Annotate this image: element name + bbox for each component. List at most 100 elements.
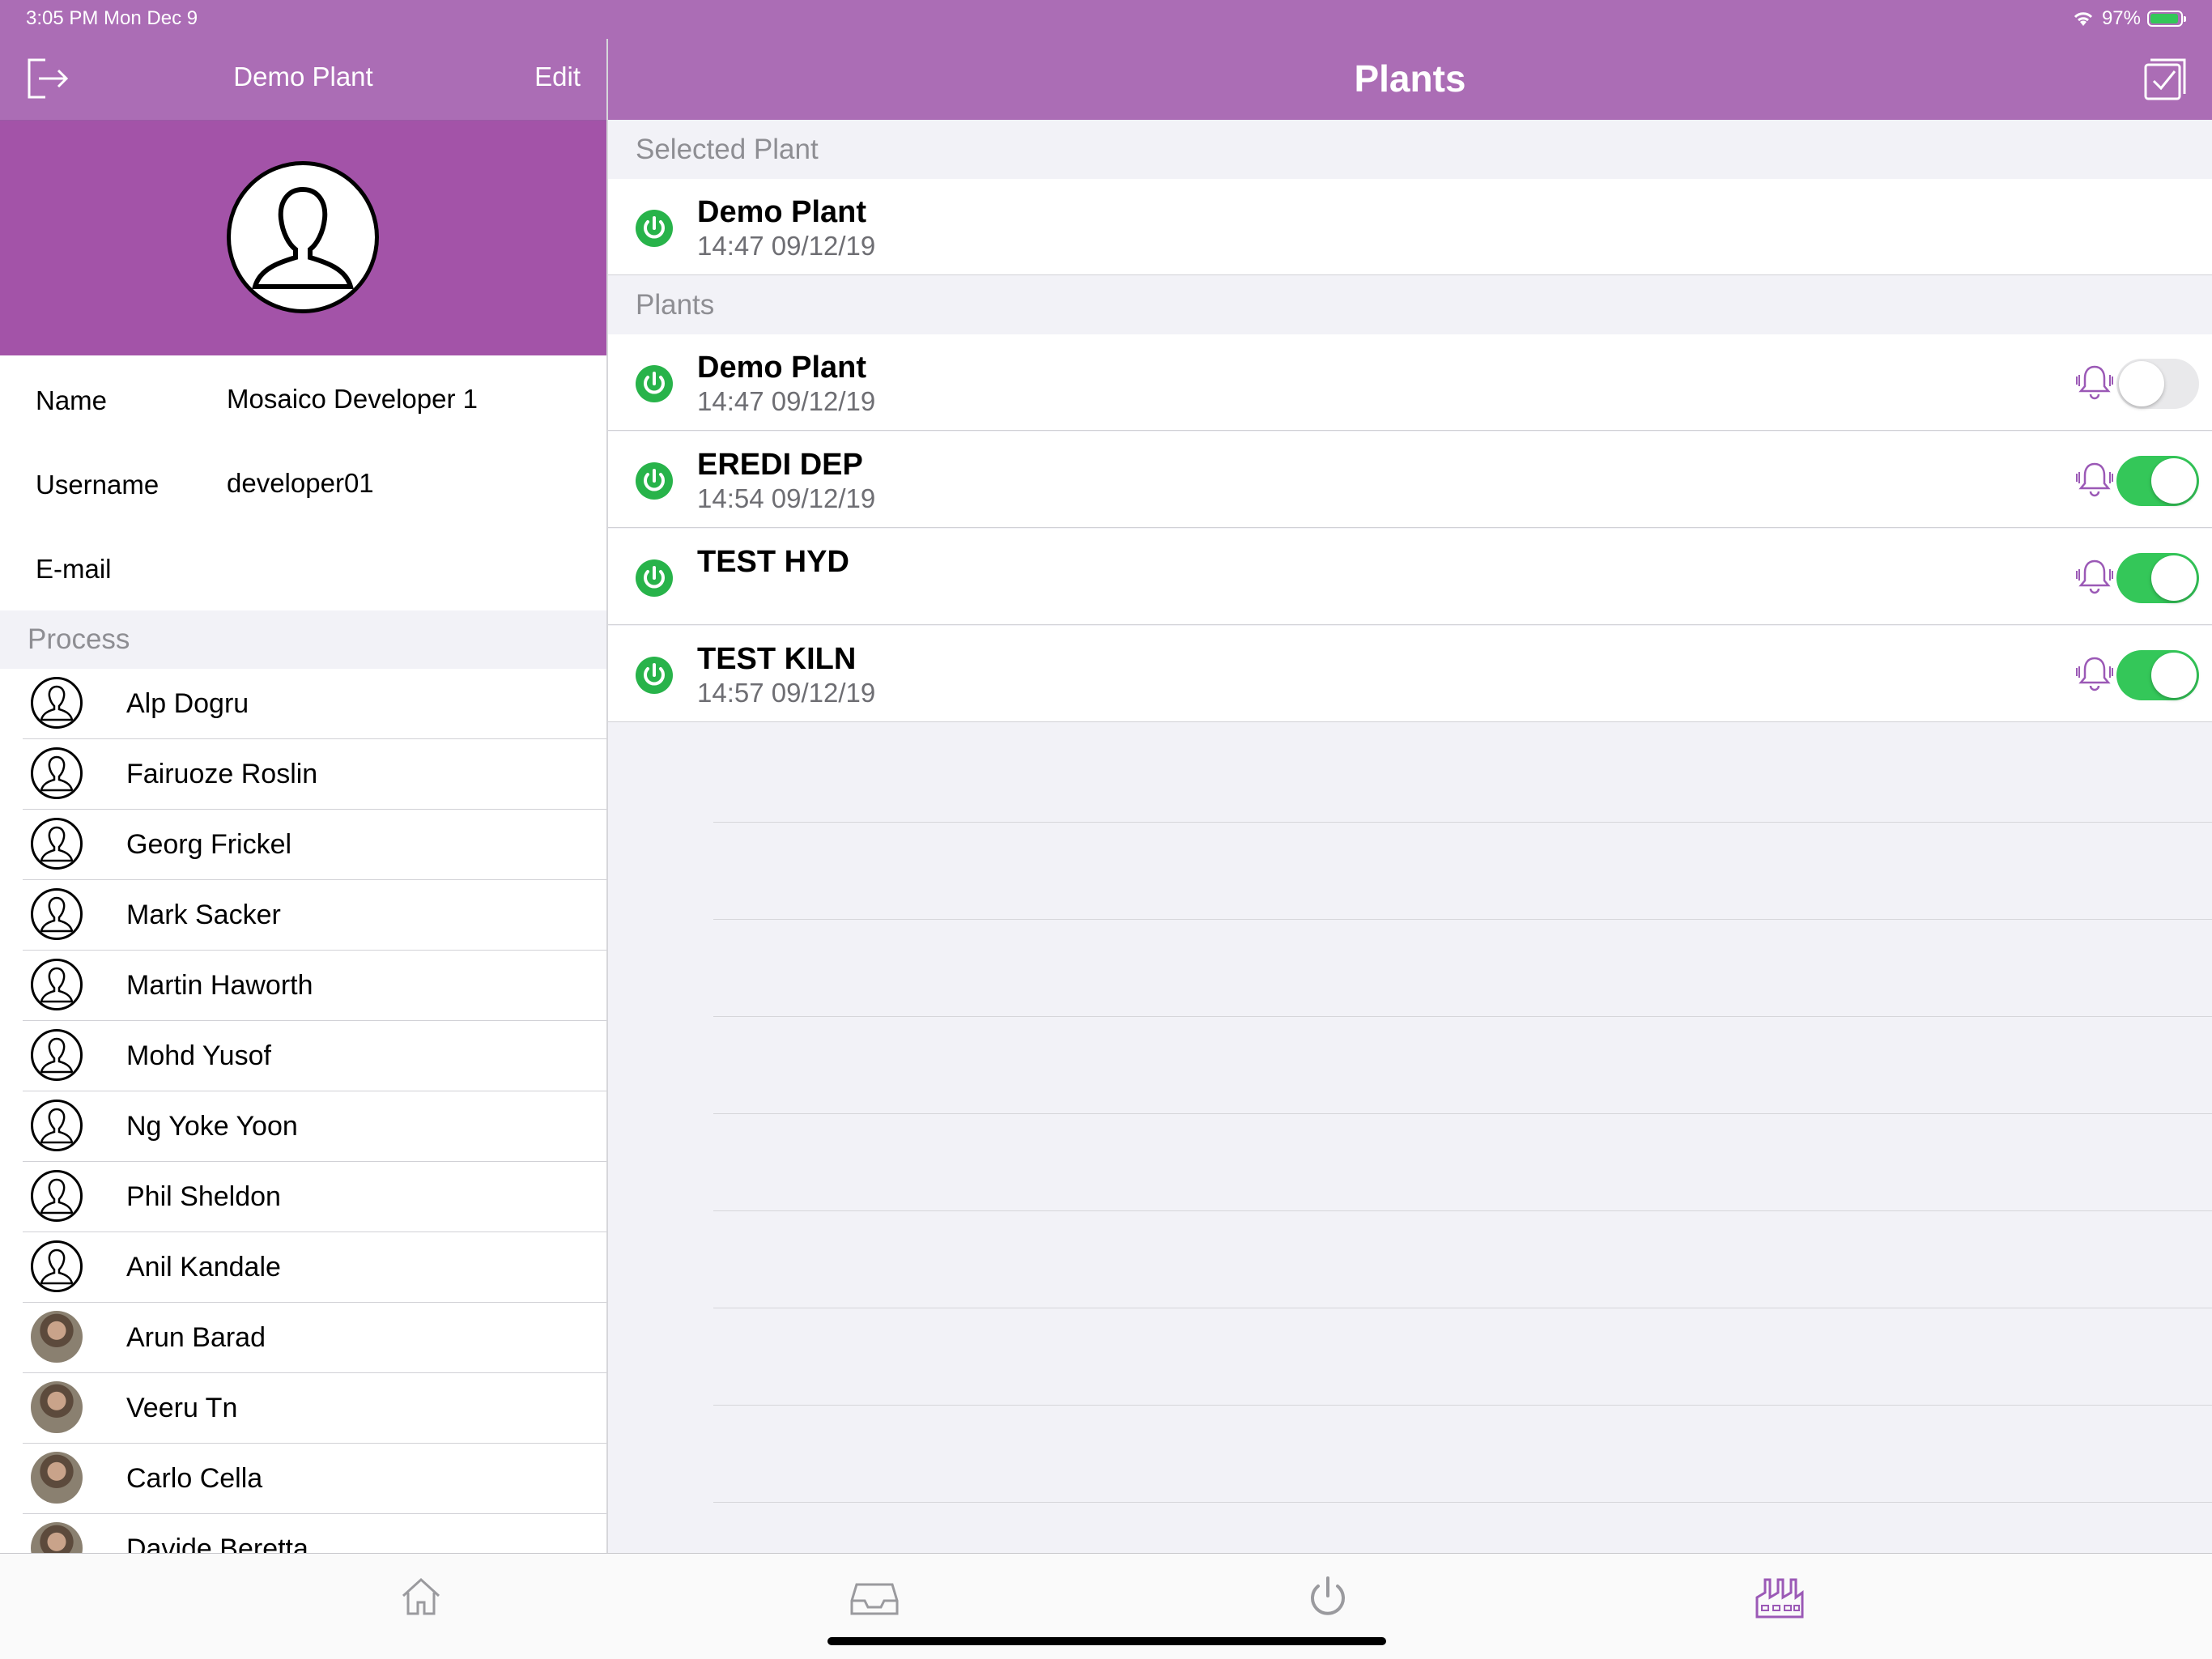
- empty-row-separator: [713, 822, 2212, 823]
- notification-toggle[interactable]: [2116, 359, 2199, 409]
- battery-percent: 97%: [2101, 7, 2141, 29]
- list-item[interactable]: Georg Frickel: [23, 810, 606, 880]
- person-outline-icon: [31, 1100, 83, 1151]
- username-row: Username developer01: [0, 440, 606, 525]
- right-navigation-bar: Plants: [608, 39, 2212, 120]
- plant-name: TEST HYD: [697, 545, 849, 579]
- person-name: Carlo Cella: [126, 1463, 263, 1494]
- list-item[interactable]: Alp Dogru: [23, 669, 606, 739]
- list-item[interactable]: Mark Sacker: [23, 880, 606, 951]
- home-icon[interactable]: [395, 1573, 447, 1620]
- empty-row-separator: [713, 1405, 2212, 1406]
- inbox-icon[interactable]: [849, 1573, 900, 1620]
- person-name: Davide Beretta: [126, 1534, 308, 1553]
- list-item[interactable]: Mohd Yusof: [23, 1021, 606, 1091]
- plant-power-icon: [636, 657, 673, 694]
- process-people-list[interactable]: Alp Dogru Fairuoze Roslin Georg Frickel Mar…: [0, 669, 606, 1553]
- plant-row[interactable]: TEST HYD: [608, 529, 2212, 625]
- person-outline-icon: [31, 1240, 83, 1292]
- profile-header: [0, 121, 606, 355]
- plant-name: Demo Plant: [697, 351, 867, 385]
- username-label: Username: [36, 470, 160, 500]
- power-icon[interactable]: [1302, 1573, 1354, 1620]
- factory-icon[interactable]: [1754, 1573, 1806, 1620]
- plants-header-label: Plants: [636, 289, 715, 321]
- selected-plant-row[interactable]: Demo Plant 14:47 09/12/19: [608, 179, 2212, 275]
- name-value: Mosaico Developer 1: [227, 384, 478, 414]
- plant-time: 14:47 09/12/19: [697, 386, 876, 416]
- empty-row-separator: [713, 1502, 2212, 1503]
- person-name: Mohd Yusof: [126, 1040, 271, 1071]
- empty-row-separator: [713, 919, 2212, 920]
- person-name: Veeru Tn: [126, 1393, 238, 1423]
- list-item[interactable]: Davide Beretta: [23, 1514, 606, 1553]
- plant-time: 14:54 09/12/19: [697, 483, 876, 513]
- notification-toggle[interactable]: [2116, 650, 2199, 700]
- list-item[interactable]: Fairuoze Roslin: [23, 739, 606, 810]
- battery-icon: [2147, 11, 2186, 27]
- name-row: Name Mosaico Developer 1: [0, 356, 606, 440]
- toggle-knob: [2151, 653, 2197, 698]
- status-right: 97%: [2071, 7, 2186, 30]
- selected-plant-name: Demo Plant: [697, 195, 867, 229]
- person-outline-icon: [31, 677, 83, 729]
- plant-power-icon: [636, 462, 673, 500]
- avatar: [31, 1381, 83, 1433]
- list-item[interactable]: Phil Sheldon: [23, 1162, 606, 1232]
- person-outline-icon: [31, 888, 83, 940]
- person-outline-icon: [31, 1170, 83, 1222]
- plant-row[interactable]: Demo Plant 14:47 09/12/19: [608, 334, 2212, 431]
- profile-panel: Demo Plant Edit Name Mosaico Developer 1…: [0, 0, 606, 1553]
- home-indicator[interactable]: [827, 1637, 1386, 1645]
- toggle-knob: [2151, 458, 2197, 504]
- username-value: developer01: [227, 468, 374, 498]
- wifi-icon: [2074, 12, 2093, 26]
- plants-panel: Plants Selected Plant Demo Plant 14:47 0…: [608, 0, 2212, 1553]
- left-nav-title: Demo Plant: [233, 62, 373, 91]
- checkbox-edit-icon[interactable]: [2141, 55, 2189, 104]
- empty-row-separator: [713, 1113, 2212, 1114]
- notification-toggle[interactable]: [2116, 456, 2199, 506]
- edit-button[interactable]: Edit: [534, 62, 581, 92]
- person-name: Martin Haworth: [126, 970, 313, 1001]
- list-item[interactable]: Arun Barad: [23, 1303, 606, 1373]
- left-navigation-bar: Demo Plant Edit: [0, 39, 606, 121]
- list-item[interactable]: Veeru Tn: [23, 1373, 606, 1444]
- plants-section-header: Plants: [608, 276, 2212, 334]
- user-avatar-icon[interactable]: [227, 161, 379, 313]
- name-label: Name: [36, 385, 108, 415]
- plant-name: TEST KILN: [697, 642, 857, 676]
- status-time: 3:05 PM Mon Dec 9: [26, 7, 198, 29]
- panel-divider: [606, 0, 608, 1553]
- person-name: Phil Sheldon: [126, 1181, 281, 1212]
- notification-bell-icon: [2076, 462, 2113, 497]
- plant-row[interactable]: EREDI DEP 14:54 09/12/19: [608, 432, 2212, 528]
- status-bar: 3:05 PM Mon Dec 9 97%: [0, 0, 2212, 39]
- empty-row-separator: [713, 1016, 2212, 1017]
- plant-name: EREDI DEP: [697, 448, 863, 482]
- avatar: [31, 1452, 83, 1504]
- person-outline-icon: [31, 959, 83, 1010]
- selected-plant-time: 14:47 09/12/19: [697, 231, 876, 261]
- toggle-knob: [2151, 555, 2197, 601]
- notification-bell-icon: [2076, 559, 2113, 594]
- email-row: E-mail: [0, 525, 606, 609]
- process-header-label: Process: [28, 623, 130, 655]
- person-name: Georg Frickel: [126, 829, 292, 860]
- person-name: Arun Barad: [126, 1322, 266, 1353]
- empty-row-separator: [713, 1210, 2212, 1211]
- person-name: Alp Dogru: [126, 688, 249, 719]
- person-name: Mark Sacker: [126, 900, 281, 930]
- email-label: E-mail: [36, 554, 112, 584]
- person-name: Anil Kandale: [126, 1252, 281, 1283]
- list-item[interactable]: Martin Haworth: [23, 951, 606, 1021]
- selected-plant-header-label: Selected Plant: [636, 134, 819, 165]
- plant-row[interactable]: TEST KILN 14:57 09/12/19: [608, 626, 2212, 722]
- selected-plant-section-header: Selected Plant: [608, 121, 2212, 179]
- page-title: Plants: [1354, 57, 1466, 100]
- list-item[interactable]: Anil Kandale: [23, 1232, 606, 1303]
- list-item[interactable]: Carlo Cella: [23, 1444, 606, 1514]
- list-item[interactable]: Ng Yoke Yoon: [23, 1091, 606, 1162]
- notification-bell-icon: [2076, 365, 2113, 400]
- notification-toggle[interactable]: [2116, 553, 2199, 603]
